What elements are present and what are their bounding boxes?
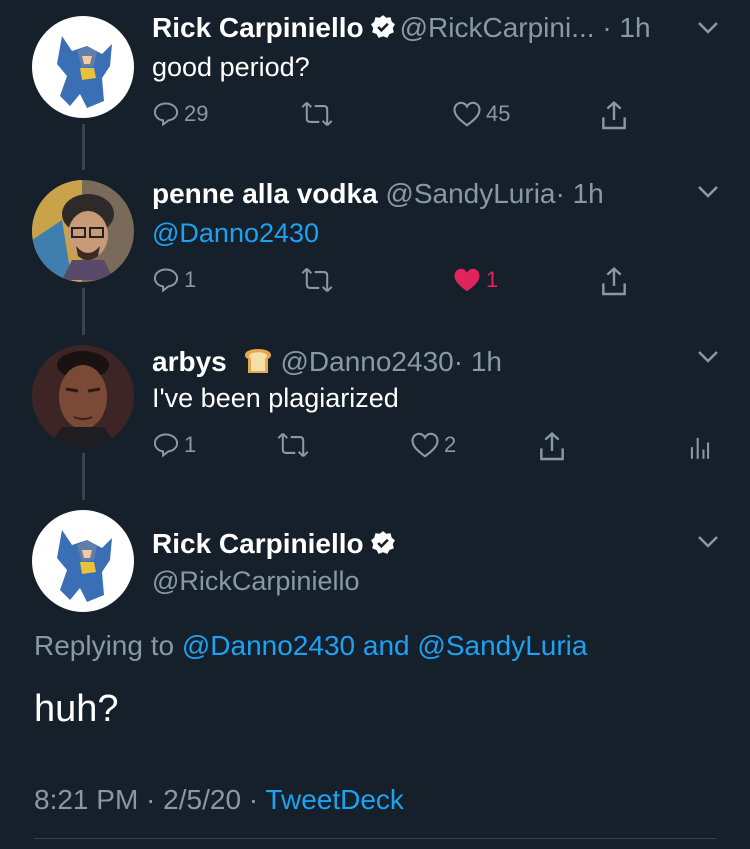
share-button[interactable] <box>598 266 630 298</box>
verified-badge-icon <box>370 14 396 47</box>
timestamp[interactable]: · 1h <box>556 178 604 209</box>
like-count: 45 <box>486 101 511 126</box>
bread-emoji-icon <box>241 343 275 382</box>
chevron-down-icon[interactable] <box>696 349 720 370</box>
main-tweet-text: huh? <box>34 688 119 730</box>
reply-count: 1 <box>184 267 197 292</box>
thread-line <box>82 453 85 500</box>
share-icon <box>540 432 564 461</box>
reply-icon <box>153 433 179 458</box>
share-icon <box>602 267 626 296</box>
tweet-header: arbys @Danno2430· 1h <box>152 343 502 382</box>
reply-and-text: and <box>362 630 410 661</box>
avatar[interactable] <box>32 16 134 118</box>
reply-button[interactable]: 1 <box>152 431 196 459</box>
reply-icon <box>153 268 179 293</box>
handle[interactable]: @SandyLuria <box>385 178 555 209</box>
like-button[interactable]: 45 <box>452 100 510 128</box>
chevron-down-icon[interactable] <box>696 184 720 205</box>
share-button[interactable] <box>598 100 630 132</box>
retweet-button[interactable] <box>300 100 334 128</box>
timestamp[interactable]: · 1h <box>602 12 650 43</box>
batman-avatar-icon <box>32 510 134 612</box>
like-button[interactable]: 1 <box>452 266 498 294</box>
like-count: 2 <box>444 432 457 457</box>
analytics-icon <box>690 437 710 459</box>
like-icon <box>453 101 481 127</box>
reply-icon <box>153 102 179 127</box>
retweet-button[interactable] <box>300 266 334 294</box>
tweet-actions: 29 45 <box>152 100 672 140</box>
penne-avatar-icon <box>32 180 134 282</box>
retweet-icon <box>301 267 333 293</box>
main-handle[interactable]: @RickCarpiniello <box>152 566 359 597</box>
display-name[interactable]: Rick Carpiniello <box>152 528 364 559</box>
replying-prefix: Replying to <box>34 630 175 661</box>
chevron-down-icon[interactable] <box>696 534 720 555</box>
handle[interactable]: @Danno2430 <box>281 346 454 377</box>
main-avatar[interactable] <box>32 510 134 612</box>
tweet-text: I've been plagiarized <box>152 383 399 413</box>
like-button[interactable]: 2 <box>410 431 456 459</box>
avatar[interactable] <box>32 345 134 447</box>
tweet-time: 8:21 PM <box>34 784 139 815</box>
tweet-actions: 1 2 <box>152 431 732 471</box>
tweet-meta: 8:21 PM · 2/5/20 · TweetDeck <box>34 784 404 815</box>
mention-link[interactable]: @Danno2430 <box>152 218 319 249</box>
display-name[interactable]: penne alla vodka <box>152 178 378 209</box>
retweet-icon <box>277 432 309 458</box>
like-icon <box>411 432 439 458</box>
tweet-3[interactable]: arbys @Danno2430· 1h I've been plagiariz… <box>0 335 750 500</box>
retweet-button[interactable] <box>276 431 310 459</box>
client-link[interactable]: TweetDeck <box>265 784 404 815</box>
batman-avatar-icon <box>32 16 134 118</box>
tweet-date: 2/5/20 <box>163 784 242 815</box>
verified-badge-icon <box>370 530 396 563</box>
reply-user-link[interactable]: @Danno2430 <box>182 630 355 661</box>
thread-line <box>82 288 85 335</box>
timestamp[interactable]: · 1h <box>454 346 502 377</box>
analytics-button[interactable] <box>688 431 712 461</box>
divider <box>34 838 716 839</box>
retweet-icon <box>301 101 333 127</box>
display-name[interactable]: arbys <box>152 346 227 377</box>
handle[interactable]: @RickCarpini... <box>400 12 595 43</box>
replying-to: Replying to @Danno2430 and @SandyLuria <box>34 630 587 662</box>
avatar[interactable] <box>32 180 134 282</box>
display-name[interactable]: Rick Carpiniello <box>152 12 364 43</box>
reply-button[interactable]: 1 <box>152 266 196 294</box>
tweet-text: good period? <box>152 52 310 82</box>
share-button[interactable] <box>536 431 568 463</box>
chevron-down-icon[interactable] <box>696 20 720 41</box>
tweet-2[interactable]: penne alla vodka @SandyLuria· 1h @Danno2… <box>0 170 750 335</box>
share-icon <box>602 101 626 130</box>
reply-user-link[interactable]: @SandyLuria <box>417 630 587 661</box>
tweet-1[interactable]: Rick Carpiniello @RickCarpini... · 1h goo… <box>0 0 750 170</box>
thread-line <box>82 124 85 170</box>
tweet-actions: 1 1 <box>152 266 672 306</box>
tweet-header: penne alla vodka @SandyLuria· 1h <box>152 178 604 210</box>
reply-button[interactable]: 29 <box>152 100 208 128</box>
like-count: 1 <box>486 267 499 292</box>
reply-count: 29 <box>184 101 209 126</box>
arbys-avatar-icon <box>32 345 134 447</box>
tweet-header: Rick Carpiniello @RickCarpini... · 1h <box>152 12 651 47</box>
main-display-name[interactable]: Rick Carpiniello <box>152 528 400 563</box>
like-icon-filled <box>454 268 480 292</box>
reply-count: 1 <box>184 432 197 457</box>
